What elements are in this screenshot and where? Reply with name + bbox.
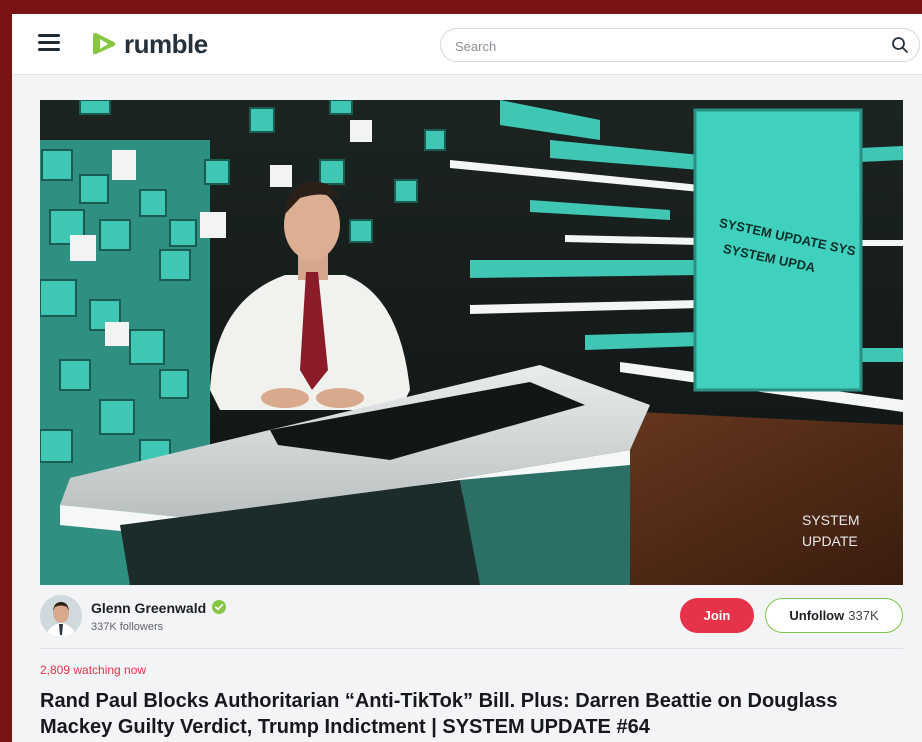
logo-text: rumble (124, 28, 208, 59)
watermark-line-1: SYSTEM (802, 512, 860, 528)
top-bar: rumble (12, 14, 922, 75)
page: rumble Search SYSTEM UPDATE SYS SYSTEM U… (12, 14, 922, 742)
rumble-play-icon (93, 33, 116, 55)
avatar[interactable] (40, 595, 82, 637)
video-player[interactable]: SYSTEM UPDATE SYS SYSTEM UPDA SYSTEM UPD… (40, 100, 903, 585)
channel-name[interactable]: Glenn Greenwald (91, 600, 206, 616)
follower-count: 337K followers (91, 621, 164, 633)
video-title: Rand Paul Blocks Authoritarian “Anti-Tik… (40, 690, 838, 738)
channel-row: Glenn Greenwald 337K followers Join Unfo… (40, 594, 903, 642)
search-input[interactable] (453, 35, 877, 57)
rumble-logo[interactable]: rumble (90, 27, 208, 61)
watermark-line-2: UPDATE (802, 533, 858, 549)
search-icon[interactable] (891, 36, 909, 54)
search-box[interactable] (440, 28, 920, 62)
verified-badge-icon (212, 600, 226, 614)
divider (40, 648, 903, 649)
video-frame: SYSTEM UPDATE SYS SYSTEM UPDA SYSTEM UPD… (40, 100, 903, 585)
unfollow-count: 337K (848, 608, 879, 623)
hamburger-menu-icon[interactable] (38, 34, 62, 52)
watching-now-count: 2,809 watching now (40, 663, 147, 677)
unfollow-button[interactable]: Unfollow 337K (765, 598, 903, 633)
join-button[interactable]: Join (680, 598, 754, 633)
unfollow-label: Unfollow (789, 608, 845, 623)
